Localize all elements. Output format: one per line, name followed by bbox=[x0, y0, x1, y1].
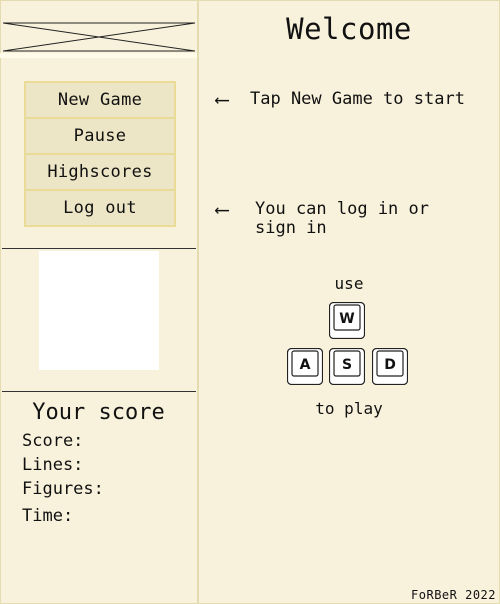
score-heading: Your score bbox=[32, 400, 165, 425]
main-menu: New Game Pause Highscores Log out bbox=[24, 81, 176, 227]
arrow-left-icon: ⟵ bbox=[216, 197, 229, 221]
time-label: Time: bbox=[22, 506, 74, 526]
footer-credit: FoRBeR 2022 bbox=[411, 588, 496, 602]
svg-text:S: S bbox=[342, 357, 352, 373]
highscores-button[interactable]: Highscores bbox=[26, 155, 174, 191]
pause-button[interactable]: Pause bbox=[26, 119, 174, 155]
divider bbox=[2, 391, 196, 392]
login-hint-line1: You can log in or bbox=[255, 199, 429, 219]
page-title: Welcome bbox=[286, 12, 412, 46]
logo-divider bbox=[0, 53, 197, 58]
divider bbox=[2, 248, 196, 249]
next-piece-preview bbox=[39, 251, 159, 370]
sidebar: New Game Pause Highscores Log out Your s… bbox=[0, 0, 199, 604]
log-out-button[interactable]: Log out bbox=[26, 191, 174, 225]
new-game-hint: Tap New Game to start bbox=[250, 89, 465, 109]
login-hint-line2: sign in bbox=[255, 218, 327, 238]
controls-use-label: use bbox=[334, 274, 364, 293]
arrow-left-icon: ⟵ bbox=[216, 87, 229, 111]
a-key-icon: A bbox=[287, 348, 323, 385]
w-key-icon: W bbox=[329, 302, 365, 339]
s-key-icon: S bbox=[329, 348, 365, 385]
controls-to-play-label: to play bbox=[315, 399, 383, 418]
new-game-button[interactable]: New Game bbox=[26, 83, 174, 119]
logo-placeholder-icon bbox=[3, 22, 195, 52]
svg-text:A: A bbox=[300, 357, 311, 373]
score-label: Score: bbox=[22, 431, 84, 451]
d-key-icon: D bbox=[372, 348, 408, 385]
svg-text:D: D bbox=[384, 357, 396, 373]
figures-label: Figures: bbox=[22, 479, 104, 499]
lines-label: Lines: bbox=[22, 455, 84, 475]
svg-text:W: W bbox=[339, 311, 354, 327]
